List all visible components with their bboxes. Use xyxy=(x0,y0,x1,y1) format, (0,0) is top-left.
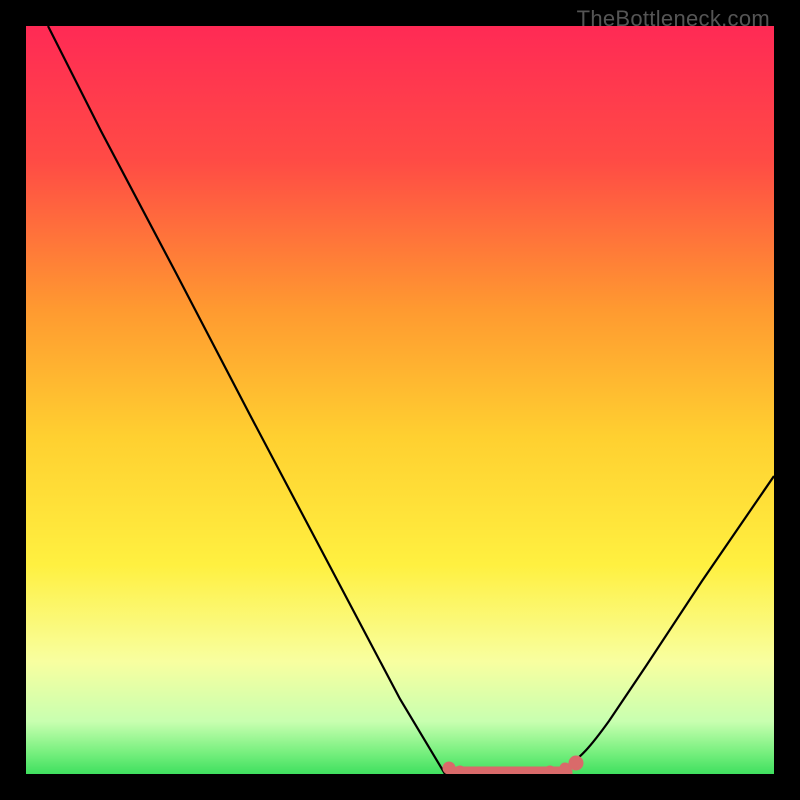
chart-container: TheBottleneck.com xyxy=(0,0,800,800)
optimal-markers xyxy=(443,756,583,774)
curve-path xyxy=(48,26,774,774)
plot-area xyxy=(26,26,774,774)
bottleneck-curve xyxy=(26,26,774,774)
